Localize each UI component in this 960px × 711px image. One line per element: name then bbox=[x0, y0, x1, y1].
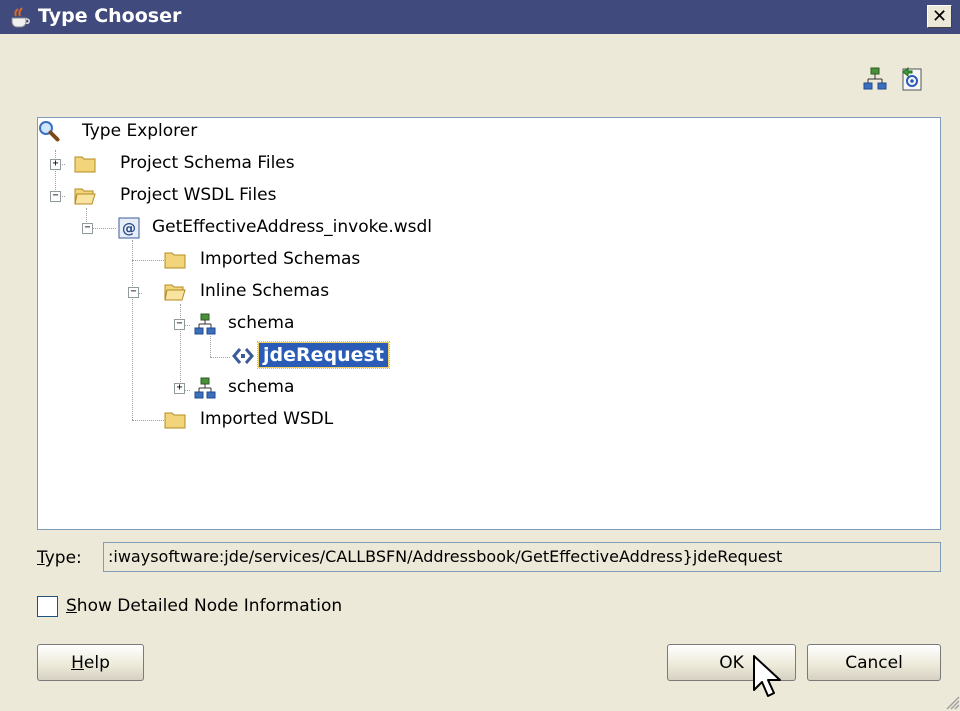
tree-item-label: Project WSDL Files bbox=[120, 185, 277, 205]
import-icon[interactable] bbox=[899, 66, 925, 92]
tree-item-label: Imported Schemas bbox=[200, 249, 361, 269]
help-button[interactable]: Help bbox=[37, 644, 144, 681]
title-bar[interactable]: Type Chooser ✕ bbox=[0, 0, 960, 34]
tree-item-label: Inline Schemas bbox=[200, 281, 330, 301]
magnifier-icon bbox=[39, 121, 60, 142]
collapse-icon[interactable]: − bbox=[82, 223, 93, 234]
schema-icon bbox=[194, 313, 216, 335]
tree-item-label: schema bbox=[228, 313, 295, 333]
show-detailed-node-info-label[interactable]: Show Detailed Node Information bbox=[66, 596, 342, 616]
tree-item-label: Imported WSDL bbox=[200, 409, 334, 429]
open-folder-icon bbox=[74, 188, 96, 205]
collapse-icon[interactable]: − bbox=[128, 287, 139, 298]
tree-item-label: GetEffectiveAddress_invoke.wsdl bbox=[152, 217, 433, 237]
expand-icon[interactable]: + bbox=[174, 383, 185, 394]
show-detailed-node-info-checkbox[interactable] bbox=[37, 596, 58, 617]
folder-icon bbox=[74, 156, 96, 173]
element-icon bbox=[232, 348, 254, 364]
resize-grip-icon[interactable] bbox=[944, 694, 960, 710]
mouse-cursor-icon bbox=[753, 655, 781, 697]
wsdl-file-icon: @ bbox=[118, 217, 140, 239]
schema-tree-icon[interactable] bbox=[862, 66, 888, 92]
tree-item-label: Project Schema Files bbox=[120, 153, 295, 173]
type-field[interactable]: :iwaysoftware:jde/services/CALLBSFN/Addr… bbox=[103, 542, 941, 572]
close-icon: ✕ bbox=[931, 5, 948, 27]
window-title: Type Chooser bbox=[38, 5, 182, 27]
tree-item-label: schema bbox=[228, 377, 295, 397]
type-label: Type: bbox=[37, 548, 82, 568]
tree-item-label-selected: jdeRequest bbox=[257, 341, 390, 369]
expand-icon[interactable]: + bbox=[50, 159, 61, 170]
folder-icon bbox=[164, 412, 186, 429]
open-folder-icon bbox=[164, 284, 186, 301]
close-button[interactable]: ✕ bbox=[927, 5, 952, 28]
svg-text:@: @ bbox=[122, 221, 136, 237]
type-explorer-tree[interactable]: Type Explorer + Project Schema Files − P… bbox=[37, 117, 941, 530]
java-cup-icon bbox=[11, 7, 30, 28]
cancel-button[interactable]: Cancel bbox=[807, 644, 941, 681]
schema-icon bbox=[194, 377, 216, 399]
folder-icon bbox=[164, 252, 186, 269]
collapse-icon[interactable]: − bbox=[50, 191, 61, 202]
collapse-icon[interactable]: − bbox=[174, 319, 185, 330]
tree-root-label: Type Explorer bbox=[82, 121, 198, 141]
